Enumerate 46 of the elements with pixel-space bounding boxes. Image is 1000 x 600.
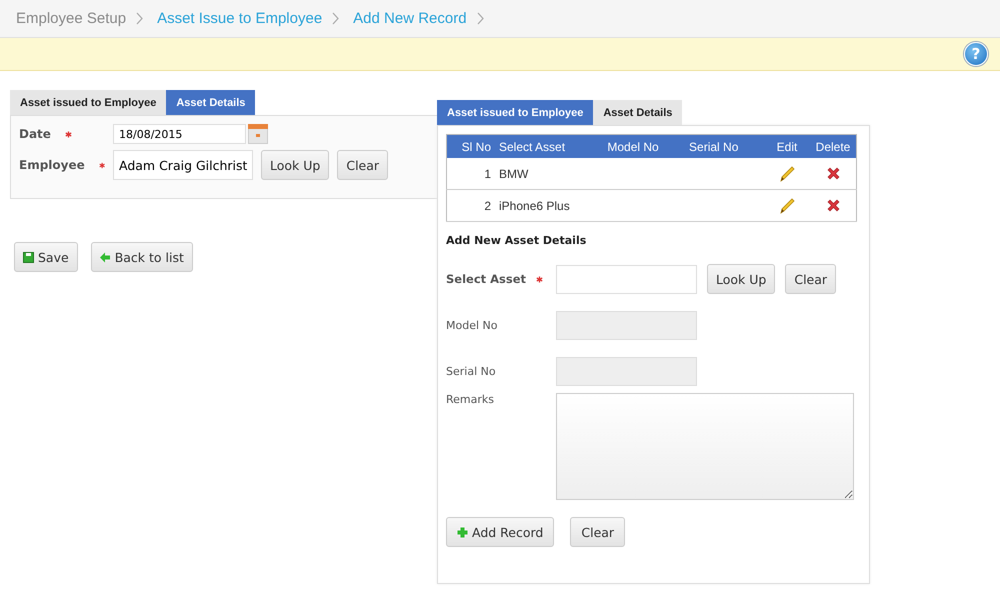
button[interactable]: Back to list [90,242,193,272]
arrow-icon [100,252,111,262]
delete-icon[interactable] [826,198,840,214]
chevron-icon [332,12,340,25]
column-header: Delete [810,134,856,158]
table-cell: BMW [495,158,604,190]
button[interactable]: Clear [785,264,836,294]
remarks-field[interactable] [556,393,854,500]
tab[interactable]: Asset Details [166,90,256,115]
field-label: Remarks [446,393,494,406]
tab[interactable]: Asset issued to Employee [10,90,166,115]
table-cell: 1 [446,158,495,190]
column-header: Select Asset [495,134,604,158]
chevron-icon [476,12,484,25]
button[interactable]: Save [14,242,78,272]
readonly-field[interactable] [556,311,697,340]
field-label: Model No [446,319,498,332]
input-field[interactable] [556,264,697,294]
readonly-field[interactable] [556,357,697,386]
section-title: Add New Asset Details [446,234,588,249]
tab[interactable]: Asset Details [593,100,682,125]
button[interactable]: Look Up [707,264,776,294]
input-field[interactable]: 18/08/2015 [113,124,246,144]
pencil-icon[interactable] [779,198,795,214]
chevron-icon [136,12,144,25]
column-header: Serial No [685,134,764,158]
field-label: Employee [19,158,85,172]
column-header: Model No [603,134,686,158]
delete-icon[interactable] [826,166,840,182]
save-icon [23,252,34,262]
field-label: Serial No [446,365,496,378]
field-label: Date [19,127,51,141]
plus-icon [457,526,468,538]
field-label: Select Asset [446,272,526,286]
button[interactable]: Look Up [261,150,330,180]
column-header: Sl No [446,134,495,158]
button[interactable]: Clear [570,517,626,547]
button[interactable]: Clear [337,150,388,180]
calendar-icon [248,124,268,144]
pencil-icon[interactable] [779,166,795,182]
tab[interactable]: Asset issued to Employee [437,100,594,125]
button[interactable]: Add Record [446,517,554,547]
column-header: Edit [764,134,810,158]
input-field[interactable]: Adam Craig Gilchrist [113,150,253,180]
table-cell: 2 [446,190,495,222]
table-cell: iPhone6 Plus [495,190,604,222]
